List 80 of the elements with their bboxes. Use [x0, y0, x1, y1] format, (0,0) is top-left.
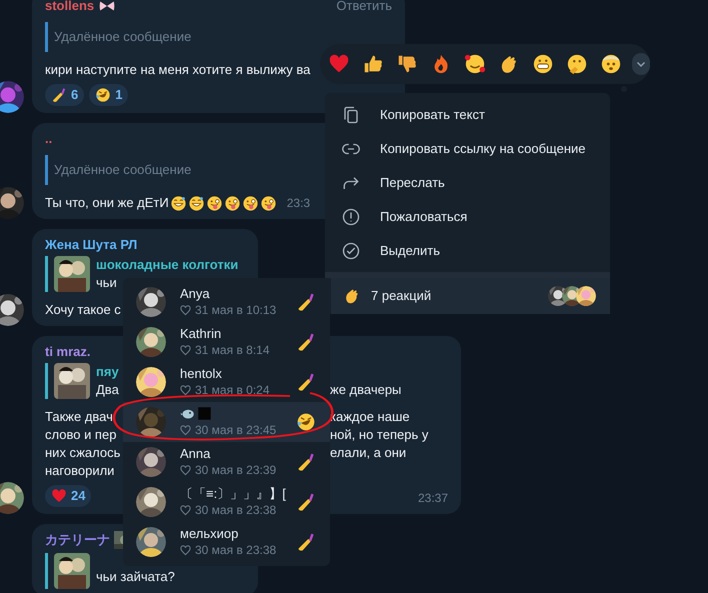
checkmark-circle-icon [342, 241, 360, 261]
message-text: них сжалось [45, 444, 120, 462]
tongue-face-icon [224, 194, 241, 212]
square-icon [197, 406, 212, 421]
author-name: ti mraz. [45, 343, 91, 360]
exploding-head-icon [600, 53, 622, 75]
user-name: Anna [180, 445, 212, 462]
user-name: 〔「≡:〕」」』】[ [180, 485, 287, 502]
tongue-face-icon [206, 194, 223, 212]
reply-button[interactable]: Ответить [336, 0, 392, 16]
reaction-user-row[interactable]: Anna 30 мая в 23:39 [123, 442, 330, 482]
laughing-face-icon [296, 412, 316, 432]
thinking-face-icon [566, 53, 588, 75]
heart-outline-icon [180, 505, 191, 516]
reactions-summary-item[interactable]: 7 реакций [331, 278, 610, 314]
thumbs-up-icon [362, 53, 384, 75]
message-text: ной, но теперь у [330, 426, 428, 444]
quote-text: же двачеры [330, 381, 402, 399]
author-name: カテリーナ [45, 531, 110, 548]
reaction-option[interactable] [532, 53, 554, 75]
message-text: наговорили [45, 462, 114, 480]
author-name: Жена Шута РЛ [45, 236, 138, 253]
reaction-date: 30 мая в 23:45 [195, 422, 276, 439]
reaction-user-row[interactable]: Kathrin 31 мая в 8:14 [123, 322, 330, 362]
sweat-smile-face-icon [188, 194, 205, 212]
reaction-option[interactable] [566, 53, 588, 75]
quote-text: чьи [96, 274, 117, 292]
heart-outline-icon [180, 545, 191, 556]
copy-icon [342, 106, 360, 124]
user-name: Kathrin [180, 325, 222, 342]
author-name: stollens [45, 0, 94, 14]
message-text: Также двач [45, 408, 113, 426]
user-name: hentolx [180, 365, 223, 382]
menu-item[interactable]: Выделить [325, 234, 610, 268]
grinning-face-icon [532, 53, 554, 75]
heart-outline-icon [180, 305, 191, 316]
message-text: слово и пер [45, 426, 116, 444]
heart-outline-icon [180, 425, 191, 436]
reaction-option[interactable] [396, 53, 418, 75]
message-text: Ты что, они же дЕтИ [45, 194, 169, 212]
author-name: .. [45, 130, 52, 147]
sweat-smile-face-icon [170, 194, 187, 212]
quote-text: чьи зайчата? [96, 568, 175, 586]
heart-icon [51, 488, 67, 504]
reaction-chip[interactable]: 6 [45, 84, 84, 106]
smiling-face-hearts-icon [464, 53, 486, 75]
exclamation-icon [342, 207, 360, 227]
reaction-user-row[interactable]: 〔「≡:〕」」』】[ 30 мая в 23:38 [123, 482, 330, 522]
reaction-date: 30 мая в 23:38 [195, 502, 276, 519]
expand-button[interactable] [632, 53, 650, 75]
thumbs-down-icon [396, 53, 418, 75]
quote-text: Удалённое сообщение [54, 161, 192, 179]
laughing-face-icon [95, 87, 112, 103]
message-time: 23:37 [418, 490, 448, 507]
tongue-face-icon [260, 194, 277, 212]
reaction-date: 31 мая в 0:24 [195, 382, 270, 399]
reaction-date: 31 мая в 8:14 [195, 342, 270, 359]
quote-author: пяу [96, 363, 119, 381]
reaction-chip[interactable]: 1 [89, 84, 128, 106]
message-text: елали, а они [330, 444, 406, 462]
reaction-option[interactable] [362, 53, 384, 75]
user-name: мельхиор [180, 525, 240, 542]
menu-item[interactable]: Пожаловаться [325, 200, 610, 234]
message-text: кири наступите на меня хотите я вылижу ва [45, 61, 310, 79]
heart-outline-icon [180, 465, 191, 476]
reaction-date: 30 мая в 23:39 [195, 462, 276, 479]
heart-icon [328, 53, 350, 75]
reaction-option[interactable] [464, 53, 486, 75]
message-time: 23:3 [286, 195, 310, 212]
reaction-chip[interactable]: 24 [45, 485, 92, 507]
menu-item[interactable]: Копировать текст [325, 98, 610, 132]
heart-outline-icon [180, 385, 191, 396]
quote-text: Два [96, 381, 119, 399]
reaction-option[interactable] [600, 53, 622, 75]
quote-text: Удалённое сообщение [54, 28, 192, 46]
quote-author: шоколадные колготки [96, 256, 238, 274]
reaction-date: 31 мая в 10:13 [195, 302, 276, 319]
tongue-face-icon [242, 194, 259, 212]
heart-outline-icon [180, 345, 191, 356]
message-text: Хочу такое с [45, 301, 121, 319]
